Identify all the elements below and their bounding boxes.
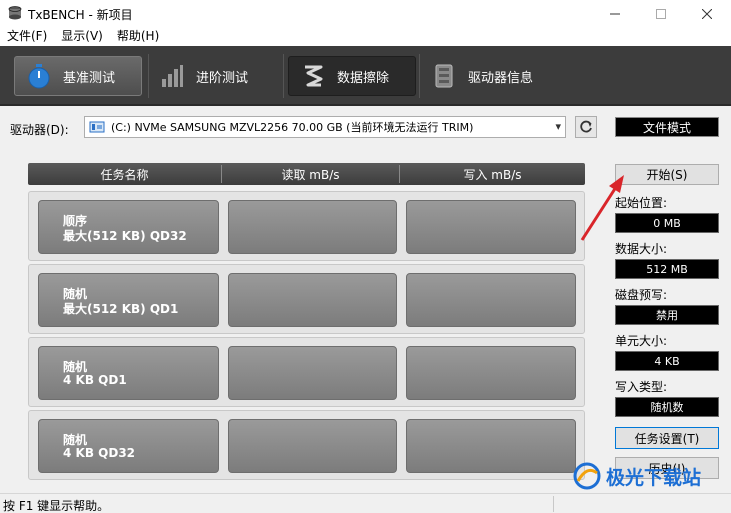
start-position-value[interactable]: 0 MB (615, 213, 719, 233)
maximize-icon (656, 8, 666, 19)
tab-erase-label: 数据擦除 (337, 70, 390, 86)
write-type-label: 写入类型: (615, 380, 668, 394)
table-row: 随机 4 KB QD32 (28, 410, 585, 480)
task-settings-button[interactable]: 任务设置(T) (615, 427, 719, 449)
menu-file[interactable]: 文件(F) (0, 27, 54, 46)
task-name-cell[interactable]: 随机 最大(512 KB) QD1 (38, 273, 219, 327)
minimize-icon (610, 13, 620, 14)
drive-label: 驱动器(D): (10, 123, 69, 137)
write-type-value[interactable]: 随机数 (615, 397, 719, 417)
task-params: 4 KB QD32 (63, 446, 136, 460)
precondition-label: 磁盘预写: (615, 288, 668, 302)
write-result-cell (406, 419, 576, 473)
unit-size-value[interactable]: 4 KB (615, 351, 719, 371)
write-result-cell (406, 346, 576, 400)
tab-erase[interactable]: 数据擦除 (288, 56, 416, 96)
maximize-button[interactable] (638, 0, 684, 27)
watermark-text: 极光下载站 (606, 466, 702, 489)
status-text: 按 F1 键显示帮助。 (3, 499, 110, 513)
table-row: 随机 最大(512 KB) QD1 (28, 264, 585, 334)
write-result-cell (406, 273, 576, 327)
start-position-label: 起始位置: (615, 196, 668, 210)
precondition-value[interactable]: 禁用 (615, 305, 719, 325)
read-result-cell (228, 273, 397, 327)
write-result-cell (406, 200, 576, 254)
toolbar: 基准测试 进阶测试 数据擦除 驱动器信息 (0, 46, 731, 106)
drive-info-icon (435, 64, 453, 88)
close-button[interactable] (684, 0, 730, 27)
eraser-icon (305, 65, 323, 87)
chevron-down-icon: ▾ (555, 120, 561, 133)
stopwatch-icon (28, 64, 50, 89)
tab-benchmark-label: 基准测试 (63, 70, 116, 86)
task-params: 4 KB QD1 (63, 373, 127, 387)
data-size-value[interactable]: 512 MB (615, 259, 719, 279)
task-table-header: 任务名称 读取 mB/s 写入 mB/s (28, 163, 585, 185)
task-params: 最大(512 KB) QD32 (63, 229, 187, 243)
file-mode-indicator: 文件模式 (615, 117, 719, 137)
menu-bar: 文件(F) 显示(V) 帮助(H) (0, 27, 731, 46)
drive-select-value: (C:) NVMe SAMSUNG MZVL2256 70.00 GB (当前环… (111, 121, 474, 134)
task-name-cell[interactable]: 随机 4 KB QD32 (38, 419, 219, 473)
table-row: 顺序 最大(512 KB) QD32 (28, 191, 585, 261)
status-divider (553, 496, 554, 512)
read-result-cell (228, 419, 397, 473)
read-result-cell (228, 200, 397, 254)
window-title: TxBENCH - 新项目 (28, 8, 133, 22)
drive-select[interactable]: (C:) NVMe SAMSUNG MZVL2256 70.00 GB (当前环… (84, 116, 566, 138)
title-bar: TxBENCH - 新项目 (0, 0, 731, 27)
tab-advanced-label: 进阶测试 (196, 70, 249, 86)
read-result-cell (228, 346, 397, 400)
menu-help[interactable]: 帮助(H) (110, 27, 166, 46)
data-size-label: 数据大小: (615, 242, 668, 256)
header-task-name: 任务名称 (100, 167, 149, 182)
app-icon (8, 6, 22, 20)
toolbar-separator (283, 54, 284, 98)
start-button[interactable]: 开始(S) (615, 164, 719, 185)
status-bar: 按 F1 键显示帮助。 (0, 493, 731, 513)
menu-view[interactable]: 显示(V) (54, 27, 110, 46)
task-name-cell[interactable]: 随机 4 KB QD1 (38, 346, 219, 400)
bar-chart-icon (162, 65, 183, 87)
toolbar-separator (148, 54, 149, 98)
table-row: 随机 4 KB QD1 (28, 337, 585, 407)
watermark: 极光下载站 (572, 460, 728, 492)
task-name-cell[interactable]: 顺序 最大(512 KB) QD32 (38, 200, 219, 254)
header-write: 写入 mB/s (463, 167, 522, 182)
task-params: 最大(512 KB) QD1 (63, 302, 179, 316)
tab-drive-info-label: 驱动器信息 (468, 70, 534, 86)
watermark-logo-icon (573, 462, 601, 490)
tab-drive-info[interactable]: 驱动器信息 (424, 56, 564, 96)
tab-advanced[interactable]: 进阶测试 (152, 56, 280, 96)
refresh-icon (580, 120, 592, 133)
minimize-button[interactable] (592, 0, 638, 27)
close-icon (702, 8, 712, 19)
header-read: 读取 mB/s (281, 167, 340, 182)
unit-size-label: 单元大小: (615, 334, 668, 348)
refresh-button[interactable] (575, 116, 597, 138)
toolbar-separator (419, 54, 420, 98)
nvme-drive-icon (89, 121, 105, 133)
txbench-window: TxBENCH - 新项目 文件(F) 显示(V) 帮助(H) 基准测试 进阶测… (0, 0, 731, 513)
tab-benchmark[interactable]: 基准测试 (14, 56, 142, 96)
